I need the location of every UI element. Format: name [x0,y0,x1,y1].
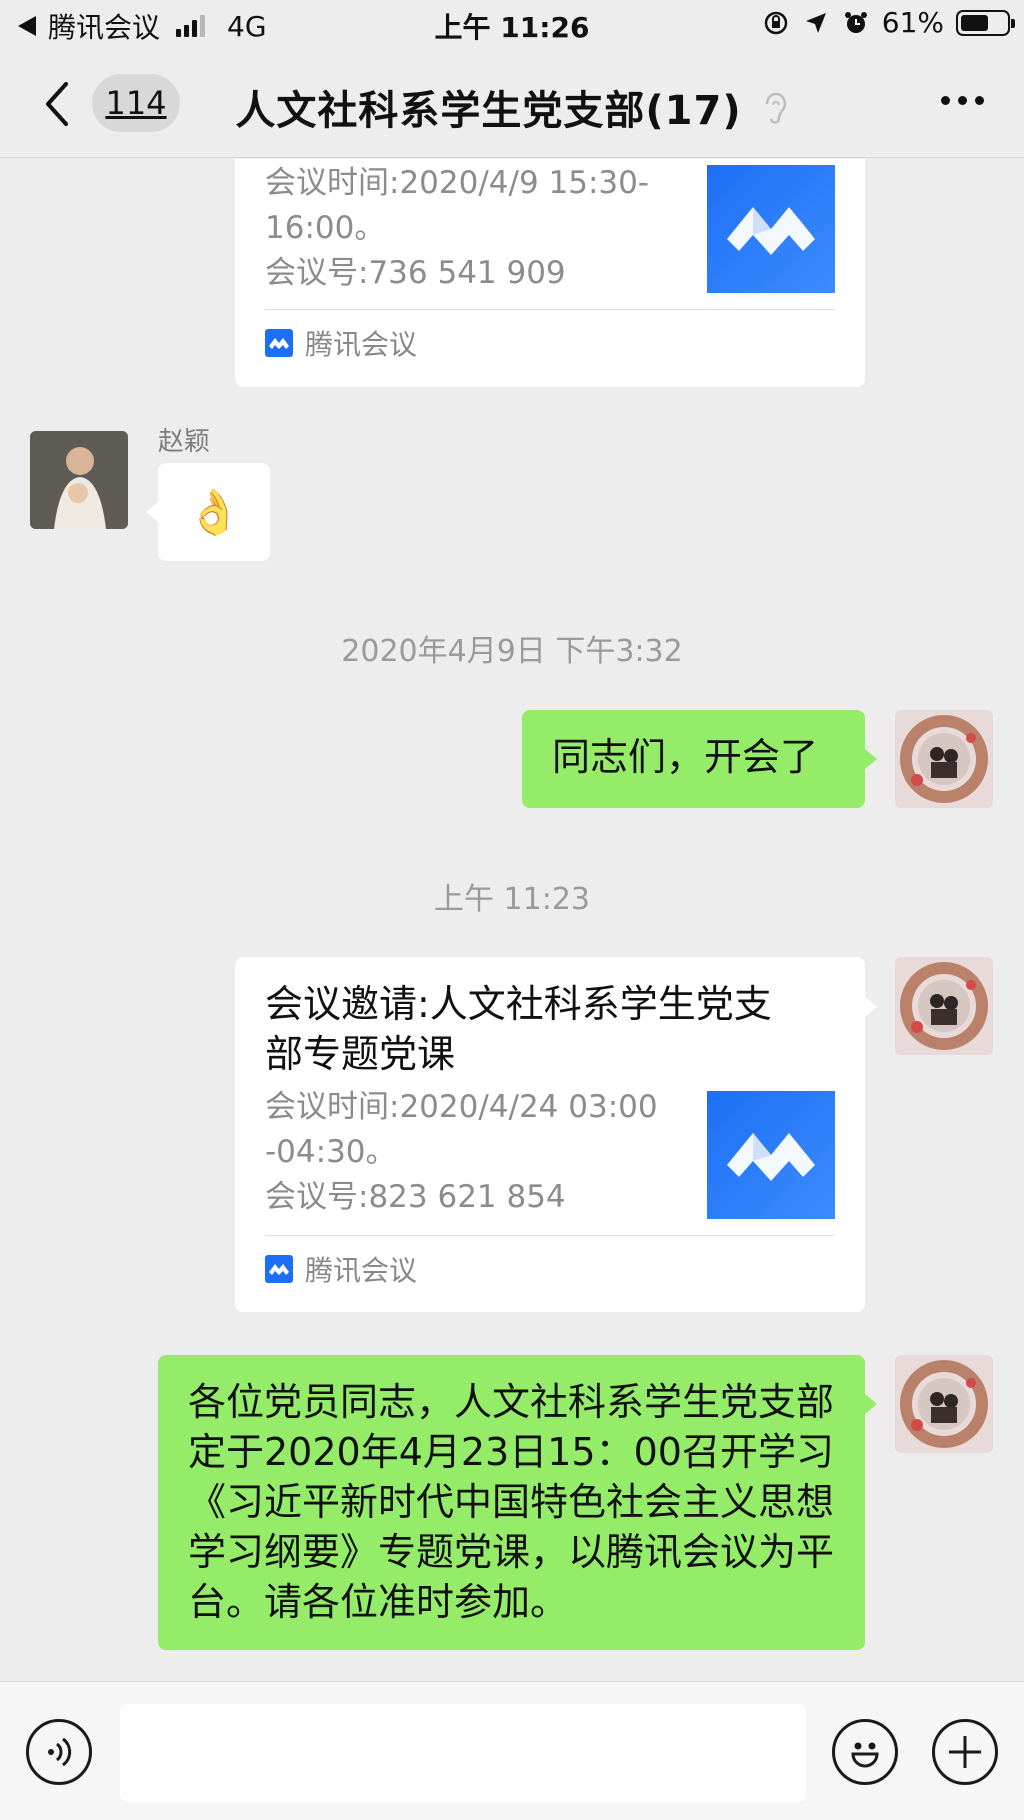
meeting-card-1[interactable]: 会议时间:2020/4/9 15:30- 16:00。 会议号:736 541 … [235,159,865,387]
rotation-lock-icon [762,9,790,37]
source-label: 腾讯会议 [305,328,418,361]
meeting-card-2-title: 会议邀请:人文社科系学生党支 部专题党课 [265,982,772,1076]
voice-button[interactable] [26,1719,92,1785]
chat-title: 人文社科系学生党支部(17) [0,78,1024,136]
bubble-tail [865,997,877,1017]
network-type: 4G [227,9,267,43]
signal-icon [176,15,206,37]
plus-icon [949,1736,981,1768]
bubble-tail [146,502,158,522]
input-bar [0,1681,1024,1820]
alarm-icon [842,9,870,37]
tencent-meeting-logo-icon [707,165,835,293]
bubble-tail [865,1394,877,1414]
location-icon [802,9,830,37]
voice-icon [48,1737,72,1767]
meeting-card-1-source: 腾讯会议 [265,323,417,363]
status-bar-right: 61% [762,6,1015,39]
tencent-meeting-small-icon [265,1255,293,1283]
battery-icon [956,9,1015,36]
back-to-app-icon[interactable] [18,16,36,36]
chat-header: 114 人文社科系学生党支部(17) [0,52,1024,158]
more-functions-button[interactable] [932,1719,998,1785]
ear-icon [763,90,789,136]
message-bubble-meeting-start[interactable]: 同志们，开会了 [522,710,865,808]
back-to-app-label[interactable]: 腾讯会议 [48,6,160,46]
ok-hand-emoji: 👌 [186,487,242,538]
card-divider [265,309,835,310]
battery-percent: 61% [881,6,944,39]
bubble-tail [865,749,877,769]
message-bubble-ok[interactable]: 👌 [158,463,270,561]
meeting-card-2-source: 腾讯会议 [265,1249,417,1289]
sender-name: 赵颖 [158,427,211,457]
message-bubble-notice[interactable]: 各位党员同志，人文社科系学生党支部定于2020年4月23日15：00召开学习《习… [158,1355,865,1650]
message-input[interactable] [120,1704,806,1802]
avatar-me[interactable] [895,957,993,1055]
more-options-button[interactable] [941,96,984,105]
avatar-me[interactable] [895,1355,993,1453]
status-bar-left: 腾讯会议 4G [18,6,267,46]
tencent-meeting-logo-icon [707,1091,835,1219]
tencent-meeting-small-icon [265,329,293,357]
chat-area[interactable]: 会议时间:2020/4/9 15:30- 16:00。 会议号:736 541 … [0,159,1024,1681]
card-divider [265,1235,835,1236]
meeting-card-1-desc: 会议时间:2020/4/9 15:30- 16:00。 会议号:736 541 … [265,165,650,291]
dot-icon [941,96,950,105]
chat-title-text: 人文社科系学生党支部(17) [235,88,742,134]
dot-icon [975,96,984,105]
meeting-card-2[interactable]: 会议邀请:人文社科系学生党支 部专题党课 会议时间:2020/4/24 03:0… [235,957,865,1312]
dot-icon [958,96,967,105]
timestamp: 上午 11:23 [434,882,590,917]
meeting-card-2-desc: 会议时间:2020/4/24 03:00 -04:30。 会议号:823 621… [265,1089,658,1215]
status-bar: 腾讯会议 4G 上午 11:26 61% [0,0,1024,50]
emoji-button[interactable] [832,1719,898,1785]
emoji-icon [851,1742,879,1768]
avatar-me[interactable] [895,710,993,808]
avatar-zhaoying[interactable] [30,431,128,529]
source-label: 腾讯会议 [305,1254,418,1287]
timestamp: 2020年4月9日 下午3:32 [341,634,683,669]
